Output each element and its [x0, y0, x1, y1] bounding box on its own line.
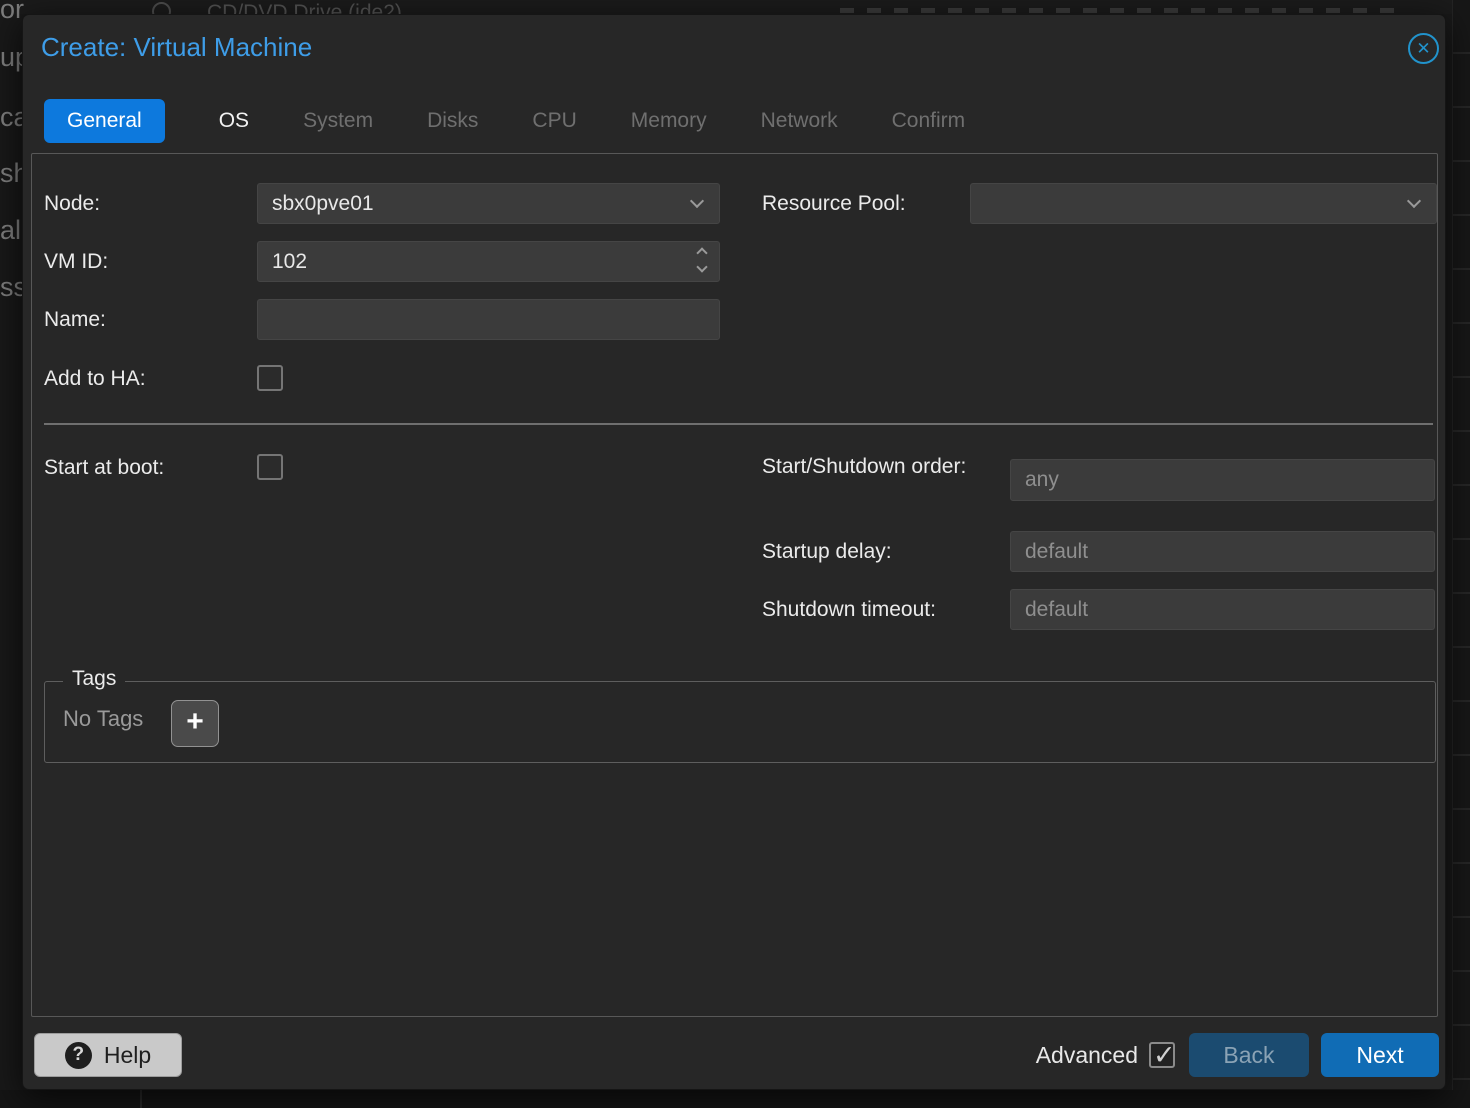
general-tab-panel: Node: VM ID: Name: Add to HA: Resource P… — [31, 153, 1438, 1017]
footer-actions: Advanced Back Next — [1036, 1033, 1439, 1077]
background-divider — [140, 1090, 142, 1108]
background-grid-rows — [1452, 0, 1470, 1108]
background-text-fragment: or — [0, 0, 24, 25]
help-icon: ? — [65, 1042, 92, 1069]
close-button[interactable]: ✕ — [1408, 33, 1439, 64]
startup-delay-label: Startup delay: — [762, 531, 892, 572]
add-tag-button[interactable]: + — [171, 700, 219, 747]
resource-pool-label: Resource Pool: — [762, 183, 906, 224]
next-button[interactable]: Next — [1321, 1033, 1439, 1077]
start-shutdown-order-input[interactable] — [1010, 459, 1435, 501]
resource-pool-input[interactable] — [970, 183, 1437, 224]
tab-memory[interactable]: Memory — [631, 109, 707, 133]
section-separator — [44, 423, 1433, 425]
tags-legend: Tags — [63, 667, 125, 691]
vmid-stepper[interactable] — [257, 241, 720, 282]
help-button[interactable]: ? Help — [34, 1033, 182, 1077]
name-field[interactable] — [257, 299, 720, 340]
background-row: CD/DVD Drive (ide2) — [0, 0, 1470, 14]
tags-fieldset: Tags No Tags + — [44, 681, 1436, 763]
start-shutdown-order-label: Start/Shutdown order: — [762, 450, 977, 483]
node-label: Node: — [44, 183, 100, 224]
name-input[interactable] — [257, 299, 720, 340]
shutdown-timeout-input[interactable] — [1010, 589, 1435, 630]
vmid-input[interactable] — [257, 241, 720, 282]
tab-general[interactable]: General — [44, 99, 165, 143]
help-button-label: Help — [104, 1042, 151, 1069]
advanced-label: Advanced — [1036, 1042, 1138, 1069]
vmid-label: VM ID: — [44, 241, 108, 282]
close-icon: ✕ — [1416, 40, 1430, 57]
resource-pool-select[interactable] — [970, 183, 1437, 224]
background-row-dashes — [840, 8, 1400, 13]
back-button[interactable]: Back — [1189, 1033, 1309, 1077]
startup-delay-field[interactable] — [1010, 531, 1435, 572]
start-shutdown-order-field[interactable] — [1010, 459, 1435, 501]
add-to-ha-label: Add to HA: — [44, 358, 146, 399]
tab-os[interactable]: OS — [219, 109, 249, 133]
startup-delay-input[interactable] — [1010, 531, 1435, 572]
node-select[interactable] — [257, 183, 720, 224]
create-vm-dialog: Create: Virtual Machine ✕ General OS Sys… — [22, 14, 1446, 1090]
shutdown-timeout-field[interactable] — [1010, 589, 1435, 630]
dialog-title: Create: Virtual Machine — [41, 32, 312, 63]
name-label: Name: — [44, 299, 106, 340]
add-to-ha-checkbox[interactable] — [257, 365, 283, 391]
tab-network[interactable]: Network — [761, 109, 838, 133]
advanced-checkbox[interactable] — [1149, 1042, 1175, 1068]
start-at-boot-label: Start at boot: — [44, 447, 164, 488]
start-at-boot-checkbox[interactable] — [257, 454, 283, 480]
tab-confirm[interactable]: Confirm — [892, 109, 966, 133]
background-bottom — [0, 1090, 1470, 1108]
tab-system[interactable]: System — [303, 109, 373, 133]
plus-icon: + — [186, 707, 204, 737]
tab-bar: General OS System Disks CPU Memory Netwo… — [44, 97, 965, 145]
node-select-input[interactable] — [257, 183, 720, 224]
shutdown-timeout-label: Shutdown timeout: — [762, 589, 936, 630]
tab-cpu[interactable]: CPU — [532, 109, 576, 133]
tab-disks[interactable]: Disks — [427, 109, 478, 133]
no-tags-label: No Tags — [63, 706, 143, 732]
